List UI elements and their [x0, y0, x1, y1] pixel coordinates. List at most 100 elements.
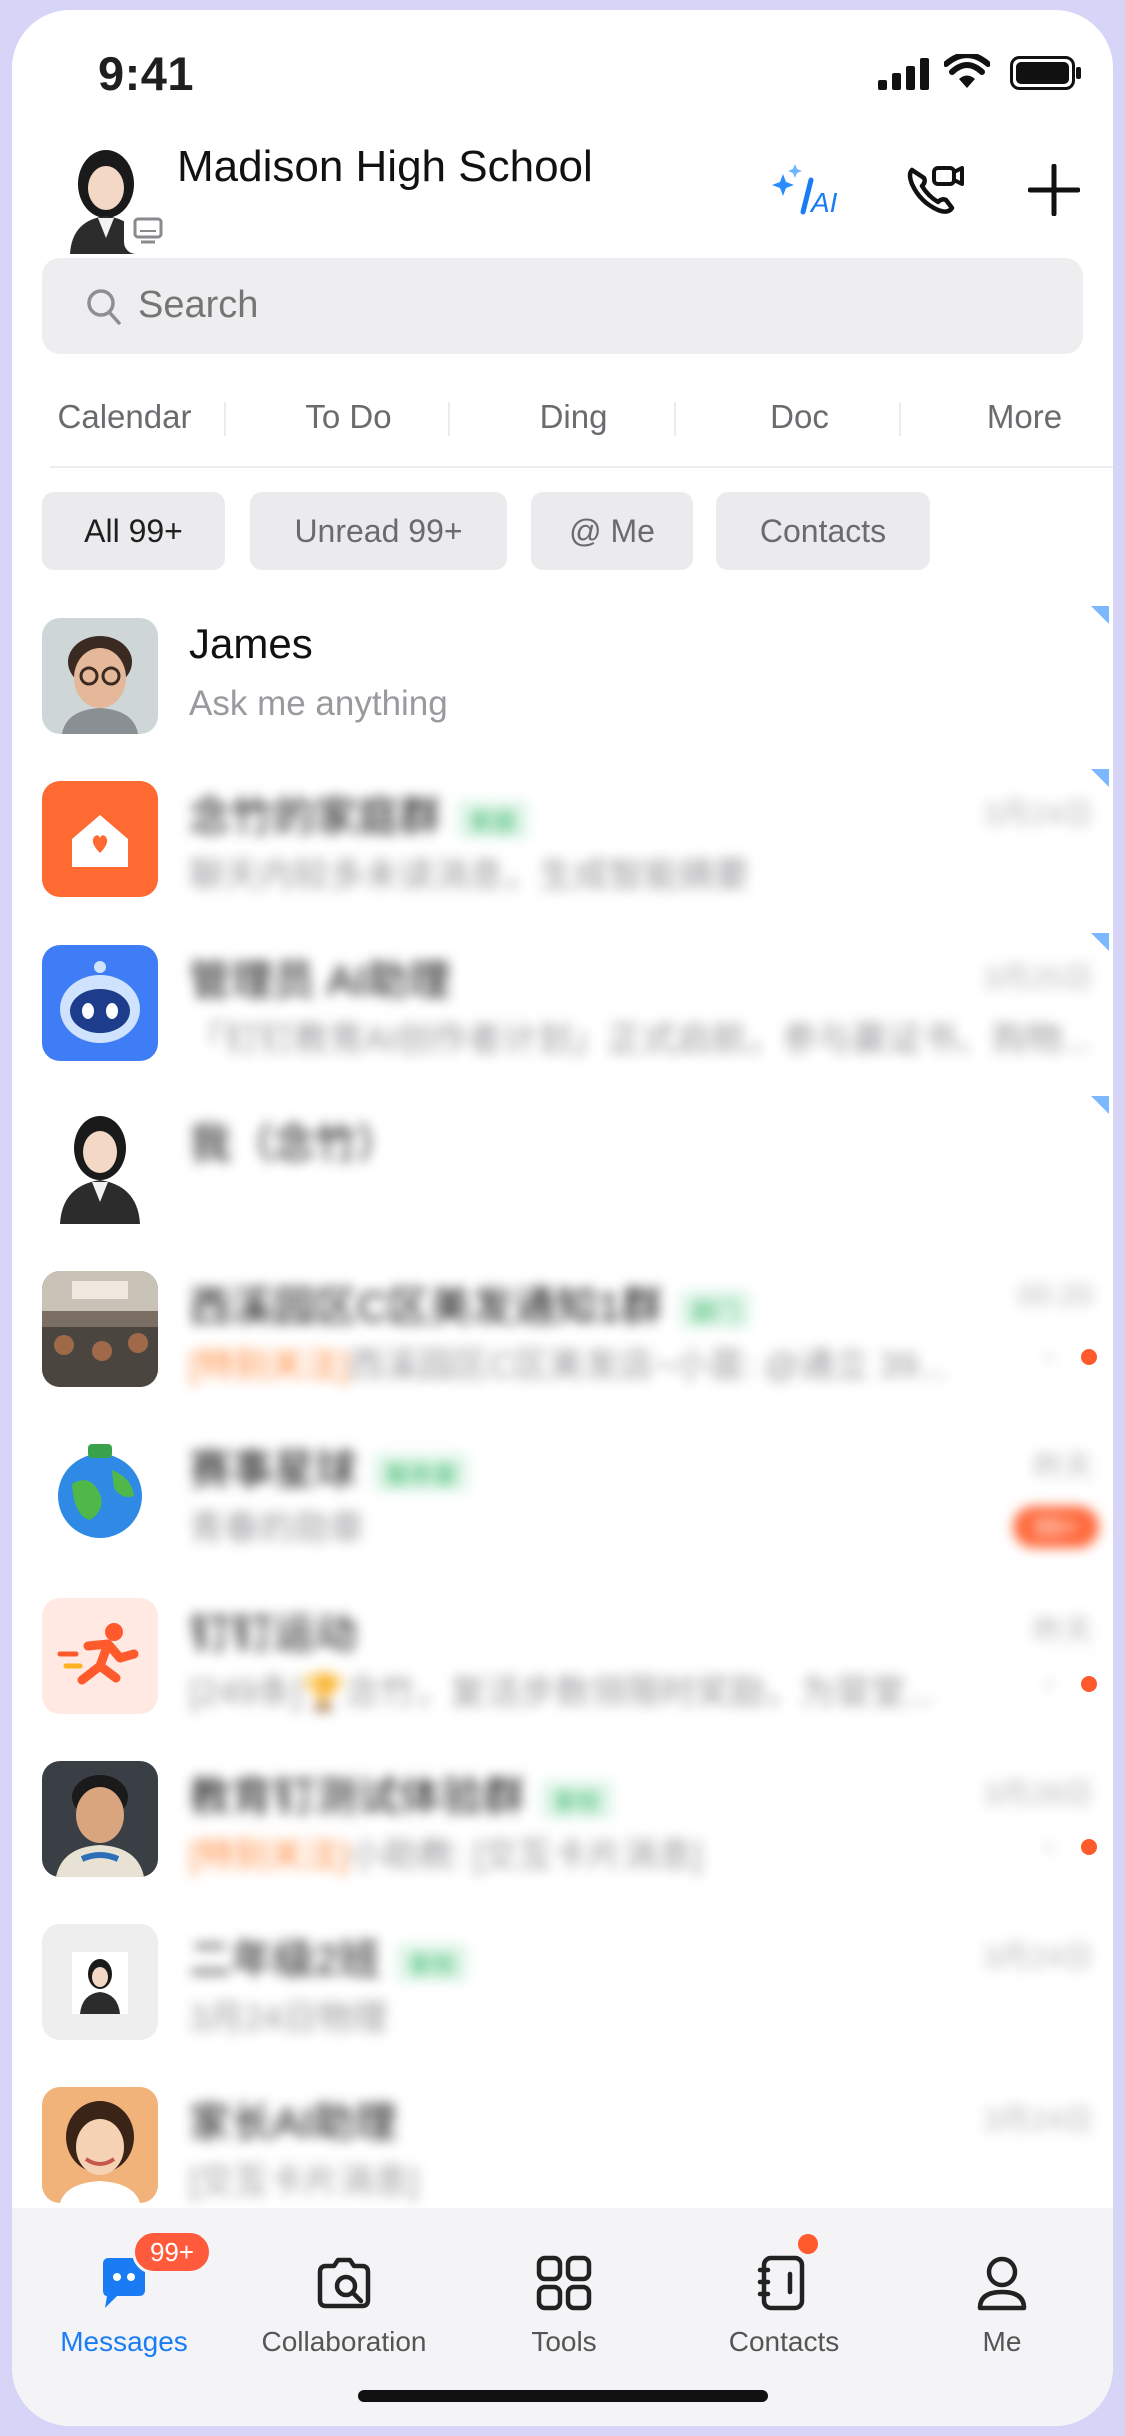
tab-me[interactable]: Me: [892, 2228, 1112, 2358]
avatar: [42, 1924, 158, 2040]
conversation-time: 3月24日: [982, 1941, 1093, 1974]
status-bar: 9:41: [12, 10, 1113, 130]
wifi-icon: [944, 54, 990, 88]
conversation-row[interactable]: 教育钉测试体验群 家校 [特别关注]小助教: [交互卡片消息] 3月28日 ◔: [12, 1761, 1113, 1925]
conversation-time: 3月28日: [982, 1778, 1093, 1811]
quick-nav-todo[interactable]: To Do: [236, 398, 461, 436]
ai-sparkle-icon: AI: [772, 164, 838, 218]
tab-label: Collaboration: [261, 2326, 427, 2357]
search-input[interactable]: [138, 284, 638, 327]
group-tag: 服务窗: [373, 1453, 470, 1493]
avatar: [42, 1761, 158, 1877]
collaboration-icon: [317, 2257, 371, 2309]
quick-nav-more[interactable]: More: [912, 398, 1113, 436]
device-badge: [124, 208, 172, 254]
pin-corner: [1091, 606, 1109, 624]
conversation-time: 3月24日: [982, 2104, 1093, 2137]
contacts-icon: [757, 2255, 805, 2311]
conversation-row[interactable]: 西溪园区C区美发通知1群 部门 [特别关注]西溪园区C区美发店~小苗: @通立 3…: [12, 1271, 1113, 1435]
phone-screen: 9:41 Madison High School AI Search Calen…: [12, 10, 1113, 2426]
conversation-row[interactable]: 赛事星球 服务窗 青春的勋章 昨天 99+: [12, 1434, 1113, 1598]
avatar: [42, 618, 158, 734]
divider: [224, 402, 226, 436]
group-tag: 部门: [678, 1290, 751, 1330]
avatar: [42, 1598, 158, 1714]
conversation-name: 西溪园区C区美发通知1群: [189, 1283, 663, 1330]
conversation-row[interactable]: 钉钉运动 [249条]🏆念竹，复活步数领限时奖励，为冒堂... 昨天 ◔: [12, 1598, 1113, 1762]
pin-corner: [1091, 769, 1109, 787]
home-indicator[interactable]: [358, 2390, 768, 2402]
status-time: 9:41: [98, 47, 195, 100]
conversation-preview: 西溪园区C区美发店~小苗: @通立 39...: [348, 1346, 947, 1385]
conversation-name: 念竹的家庭群: [189, 793, 442, 840]
divider: [448, 402, 450, 436]
filter-all[interactable]: All 99+: [42, 492, 225, 570]
conversation-name: James: [189, 620, 313, 667]
group-tag: 家校: [396, 1943, 469, 1983]
avatar: [42, 1434, 158, 1550]
filter-mentions[interactable]: @ Me: [531, 492, 693, 570]
divider: [899, 402, 901, 436]
tab-label: Me: [982, 2326, 1022, 2357]
signal-icon: [878, 58, 929, 90]
search-bar[interactable]: [42, 258, 1083, 354]
tools-icon: [536, 2255, 592, 2311]
me-icon: [977, 2256, 1027, 2311]
avatar: [42, 1271, 158, 1387]
quick-nav-ding[interactable]: Ding: [461, 398, 686, 436]
conversation-time: 00:20: [1017, 1279, 1093, 1312]
unread-count-badge: 99+: [1013, 1506, 1099, 1548]
tab-contacts[interactable]: Contacts: [674, 2228, 894, 2358]
ai-button[interactable]: AI: [764, 150, 844, 230]
conversation-row[interactable]: 我（念竹）: [12, 1096, 1113, 1272]
conversation-name: 管理员 AI助理: [189, 957, 451, 1004]
quick-nav-doc[interactable]: Doc: [687, 398, 912, 436]
conversation-name: 二年级2班: [189, 1936, 381, 1983]
mute-icon: ◔: [1038, 1833, 1055, 1864]
avatar: [42, 2087, 158, 2203]
quick-nav-calendar[interactable]: Calendar: [12, 398, 237, 436]
search-icon: [87, 289, 121, 325]
highlight-label: [特别关注]: [189, 1836, 349, 1875]
conversation-time: 3月24日: [982, 798, 1093, 831]
org-title[interactable]: Madison High School: [177, 140, 597, 194]
conversation-time: 昨天: [1033, 1451, 1093, 1484]
conversation-name: 我（念竹）: [189, 1120, 400, 1167]
filter-unread[interactable]: Unread 99+: [250, 492, 507, 570]
conversation-time: 昨天: [1033, 1615, 1093, 1648]
contacts-notification-dot: [798, 2234, 818, 2254]
divider: [50, 466, 1113, 468]
tab-tools[interactable]: Tools: [454, 2228, 674, 2358]
conversation-row[interactable]: 念竹的家庭群 家庭 聊天内较多未读消息，生成智能摘要 3月24日: [12, 769, 1113, 945]
conversation-preview: 青春的勋章: [189, 1509, 365, 1548]
desktop-icon: [133, 217, 163, 244]
unread-dot: [1081, 1676, 1097, 1692]
conversation-name: 教育钉测试体验群: [189, 1773, 526, 1820]
add-button[interactable]: [1014, 150, 1094, 230]
conversation-row[interactable]: 二年级2班 家校 3月24日物理 3月24日: [12, 1924, 1113, 2088]
mute-icon: ◔: [1038, 1343, 1055, 1374]
conversation-row[interactable]: 管理员 AI助理 「钉钉教育AI创作者计划」正式启航，参与赢证书、购物... 3…: [12, 933, 1113, 1109]
conversation-name: 钉钉运动: [189, 1610, 358, 1657]
ai-label: AI: [809, 187, 838, 218]
conversation-preview: [249条]🏆念竹，复活步数领限时奖励，为冒堂...: [189, 1673, 935, 1712]
divider: [674, 402, 676, 436]
unread-dot: [1081, 1349, 1097, 1365]
tab-collaboration[interactable]: Collaboration: [234, 2228, 454, 2358]
call-button[interactable]: [894, 150, 974, 230]
conversation-time: 3月25日: [982, 962, 1093, 995]
plus-icon: [1028, 164, 1080, 216]
conversation-preview: 聊天内较多未读消息，生成智能摘要: [189, 856, 750, 895]
conversation-preview: Ask me anything: [189, 684, 448, 723]
conversation-name: 家长AI助理: [189, 2099, 397, 2146]
conversation-preview: 「钉钉教育AI创作者计划」正式启航，参与赢证书、购物...: [189, 1020, 1092, 1059]
tab-label: Tools: [531, 2326, 597, 2357]
avatar: [42, 781, 158, 897]
tab-messages[interactable]: 99+ Messages: [14, 2228, 234, 2358]
quick-nav: Calendar To Do Ding Doc More: [12, 380, 1113, 470]
mute-icon: ◔: [1038, 1670, 1055, 1701]
messages-badge: 99+: [132, 2230, 212, 2274]
video-call-icon: [907, 166, 964, 214]
conversation-row[interactable]: James Ask me anything: [12, 606, 1113, 782]
filter-contacts[interactable]: Contacts: [716, 492, 930, 570]
